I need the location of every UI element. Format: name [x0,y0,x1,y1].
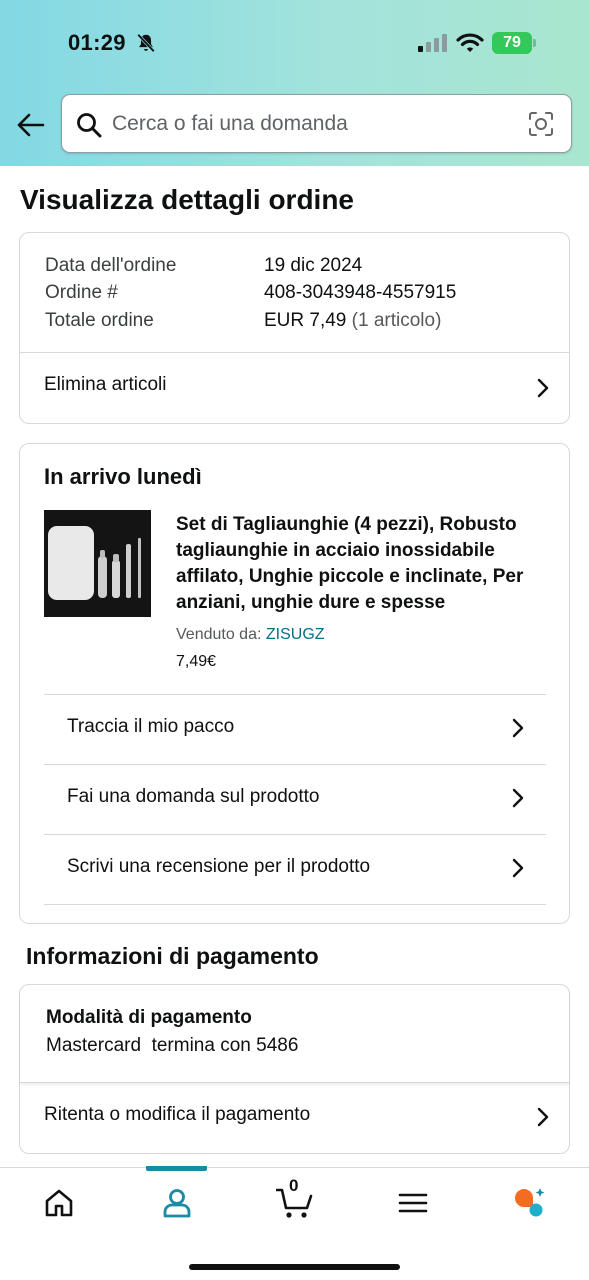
chevron-right-icon [512,718,524,738]
delete-items-label: Elimina articoli [44,374,167,395]
seller-link[interactable]: ZISUGZ [266,626,325,643]
chevron-right-icon [537,1107,549,1127]
account-icon[interactable] [160,1186,194,1220]
back-arrow-icon[interactable] [16,110,46,140]
payment-method-box: Modalità di pagamento Mastercard termina… [20,985,569,1083]
shipment-card: In arrivo lunedì Set di Tagliaunghie (4 … [19,443,570,924]
home-icon[interactable] [42,1186,76,1220]
bottom-tab-bar: 0 [0,1166,589,1280]
signal-icon [418,34,447,52]
bell-slash-icon [137,33,155,53]
page-title: Visualizza dettagli ordine [20,184,355,215]
ask-question-label: Fai una domanda sul prodotto [67,786,320,807]
nail-clipper-set-image [48,526,141,600]
write-review-label: Scrivi una recensione per il prodotto [67,856,371,877]
payment-method-value: Mastercard termina con 5486 [46,1035,299,1056]
active-tab-indicator [146,1166,207,1171]
search-bar[interactable] [61,94,572,153]
order-total-label: Totale ordine [45,310,154,331]
status-time: 01:29 [68,30,126,55]
order-number-value: 408-3043948-4557915 [264,282,457,303]
seller-label: Venduto da: [176,626,262,643]
rufus-icon[interactable] [512,1186,546,1220]
order-date-value: 19 dic 2024 [264,255,363,276]
payment-section-title: Informazioni di pagamento [26,943,319,969]
order-info-card: Data dell'ordine 19 dic 2024 Ordine # 40… [19,232,570,424]
search-icon [77,113,102,138]
delete-items-row[interactable]: Elimina articoli [20,353,569,423]
chevron-right-icon [512,788,524,808]
payment-card: Modalità di pagamento Mastercard termina… [19,984,570,1154]
camera-icon[interactable] [528,111,554,137]
search-input[interactable] [112,109,512,139]
retry-payment-label: Ritenta o modifica il pagamento [44,1104,311,1125]
order-total-amount: EUR 7,49 [264,310,347,331]
retry-payment-row[interactable]: Ritenta o modifica il pagamento [20,1084,569,1153]
battery-icon: 79 [492,32,536,54]
product-price: 7,49€ [176,653,217,670]
delivery-status: In arrivo lunedì [44,464,202,489]
battery-level: 79 [503,34,521,51]
track-package-label: Traccia il mio pacco [67,716,235,737]
cart-count: 0 [289,1176,299,1195]
ask-question-row[interactable]: Fai una domanda sul prodotto [44,765,546,834]
chevron-right-icon [537,378,549,398]
chevron-right-icon [512,858,524,878]
track-package-row[interactable]: Traccia il mio pacco [44,695,546,764]
order-date-label: Data dell'ordine [45,255,177,276]
home-indicator [189,1264,400,1270]
order-number-label: Ordine # [45,282,118,303]
product-image[interactable] [44,510,151,617]
order-item-count: (1 articolo) [351,310,442,331]
order-total-value: EUR 7,49 (1 articolo) [264,310,441,332]
product-title[interactable]: Set di Tagliaunghie (4 pezzi), Robusto t… [176,512,556,616]
menu-icon[interactable] [396,1186,430,1220]
write-review-row[interactable]: Scrivi una recensione per il prodotto [44,835,546,904]
wifi-icon [456,33,484,52]
payment-method-label: Modalità di pagamento [46,1007,252,1028]
seller-info: Venduto da: ZISUGZ [176,626,325,644]
